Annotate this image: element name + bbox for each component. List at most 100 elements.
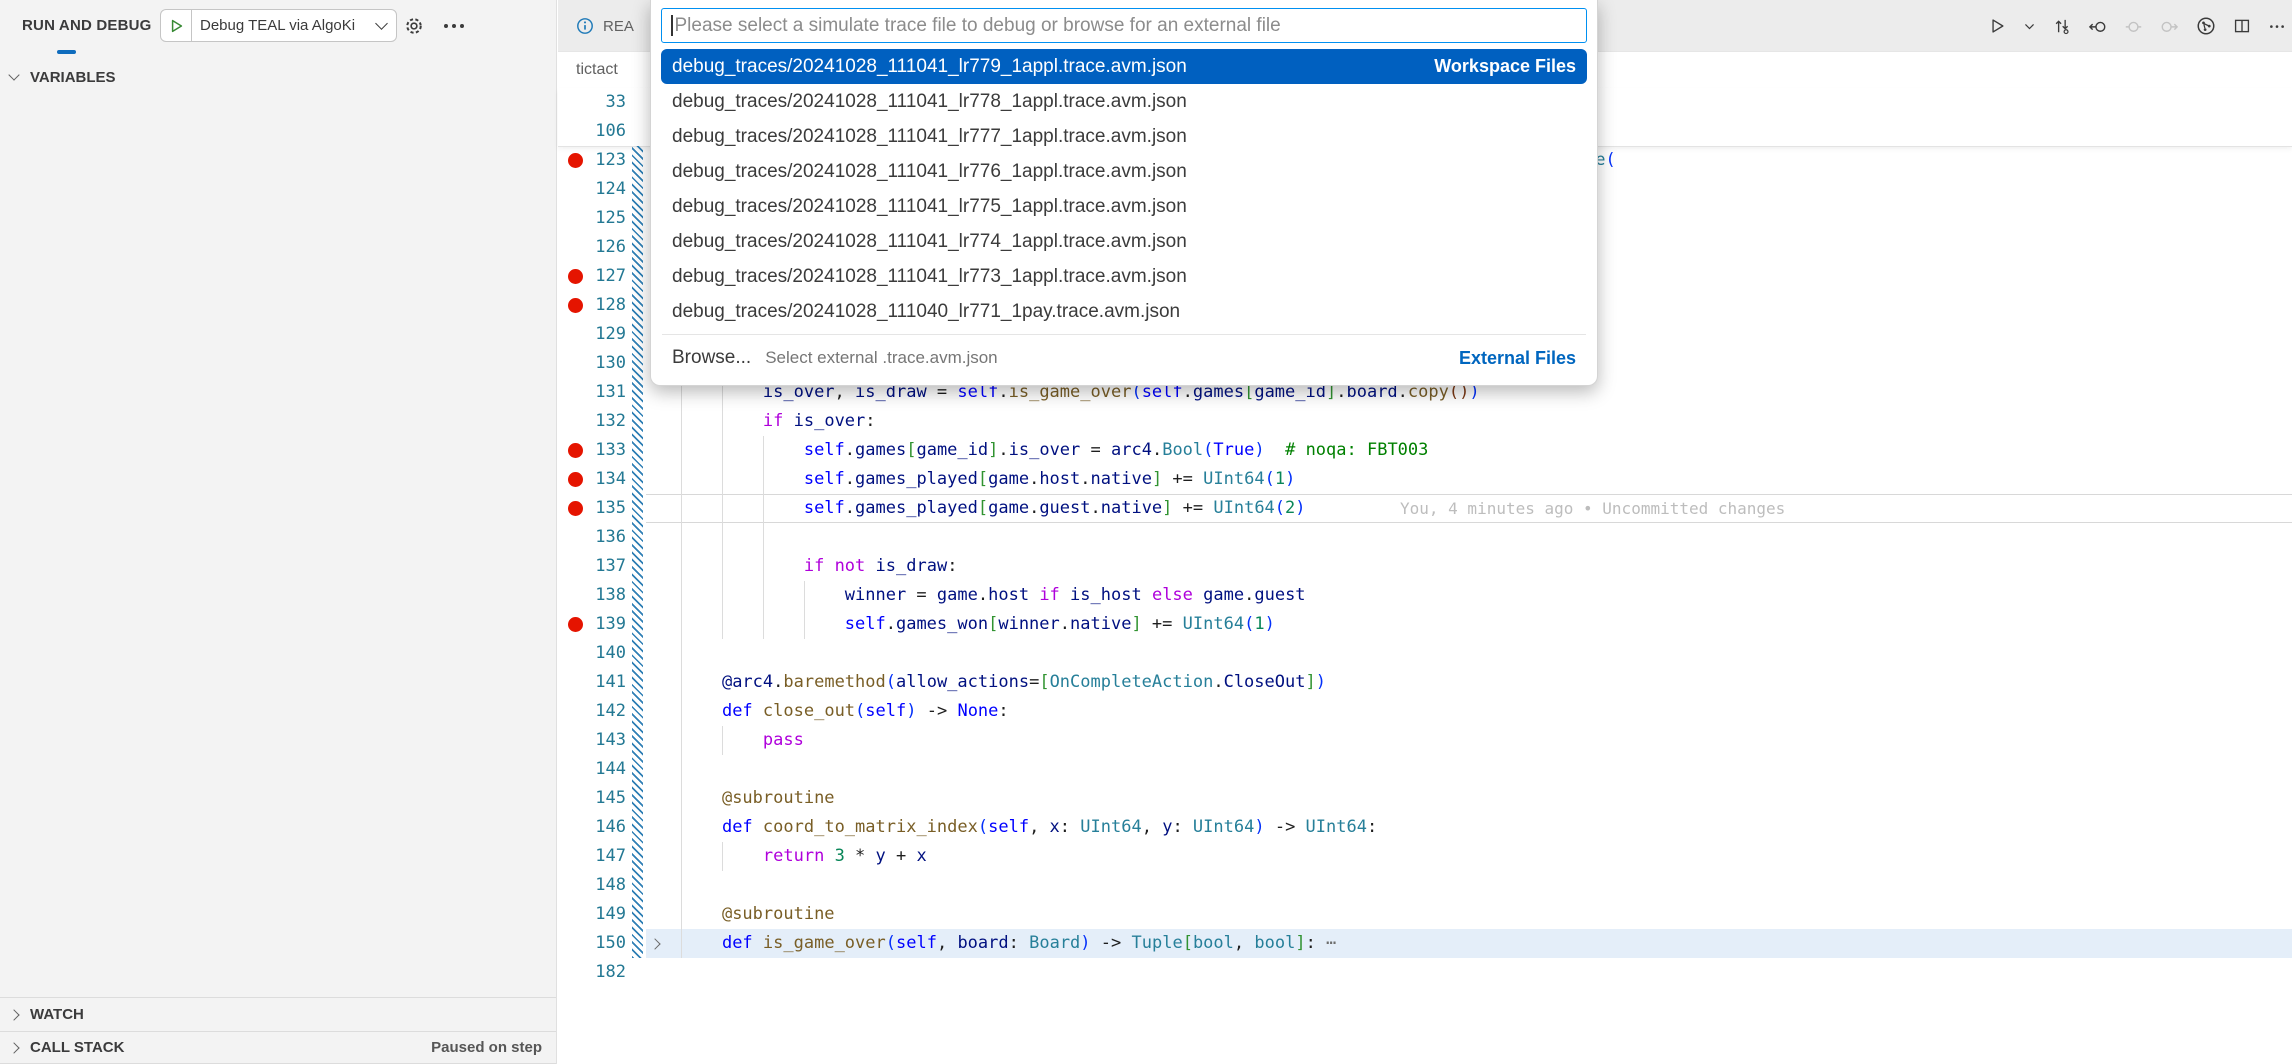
line-number[interactable]: 146 [558,813,626,842]
git-blame-annotation: You, 4 minutes ago • Uncommitted changes [1400,494,1785,523]
chevron-right-icon [8,1042,19,1053]
line-number[interactable]: 142 [558,697,626,726]
progress-bar [57,50,76,54]
code-text: @subroutine [681,784,835,813]
breakpoint-dot[interactable] [568,443,583,458]
code-line: 143 pass [558,726,2292,755]
debug-status-badge: Paused on step [431,1039,556,1056]
code-line: 148 [558,871,2292,900]
variables-section-header[interactable]: VARIABLES [0,60,556,94]
line-number[interactable]: 140 [558,639,626,668]
browse-description: Select external .trace.avm.json [765,348,997,368]
line-number[interactable]: 130 [558,349,626,378]
code-line: 140 [558,639,2292,668]
code-line: 133 self.games[game_id].is_over = arc4.B… [558,436,2292,465]
code-line: 138 winner = game.host if is_host else g… [558,581,2292,610]
gear-icon[interactable] [404,16,424,36]
line-number[interactable]: 144 [558,755,626,784]
trace-file-option[interactable]: debug_traces/20241028_111041_lr776_1appl… [661,154,1587,189]
code-text: @subroutine [681,900,835,929]
code-line: 145 @subroutine [558,784,2292,813]
chevron-down-icon[interactable] [375,17,388,30]
code-line: 137 if not is_draw: [558,552,2292,581]
trace-file-option[interactable]: debug_traces/20241028_111041_lr775_1appl… [661,189,1587,224]
trace-file-option[interactable]: debug_traces/20241028_111041_lr773_1appl… [661,259,1587,294]
code-text: self.games_played[game.guest.native] += … [681,494,1306,523]
start-debug-play-icon[interactable] [161,10,192,41]
line-number[interactable]: 138 [558,581,626,610]
line-number[interactable]: 129 [558,320,626,349]
line-number[interactable]: 124 [558,175,626,204]
step-back-button[interactable] [2088,17,2107,36]
breakpoint-dot[interactable] [568,617,583,632]
call-stack-section-header[interactable]: CALL STACK Paused on step [0,1031,556,1064]
more-actions-button[interactable] [2268,17,2286,35]
trace-file-name: debug_traces/20241028_111040_lr771_1pay.… [672,301,1180,323]
line-number[interactable]: 126 [558,233,626,262]
line-number[interactable]: 182 [558,958,626,987]
code-line: 182 [558,958,2292,987]
watch-section-label: WATCH [30,1006,84,1023]
quickpick-separator [662,334,1586,335]
vscode-window: RUN AND DEBUG Debug TEAL via AlgoKi VARI… [0,0,2292,1064]
debug-launch-control[interactable]: Debug TEAL via AlgoKi [160,9,397,42]
trace-file-option[interactable]: debug_traces/20241028_111041_lr779_1appl… [661,49,1587,84]
breakpoint-dot[interactable] [568,298,583,313]
quickpick-placeholder: Please select a simulate trace file to d… [675,15,1281,37]
swap-trace-icon[interactable] [2053,17,2071,35]
trace-file-option[interactable]: debug_traces/20241028_111041_lr778_1appl… [661,84,1587,119]
line-number[interactable]: 149 [558,900,626,929]
breakpoint-dot[interactable] [568,269,583,284]
watch-section-header[interactable]: WATCH [0,997,556,1031]
debug-config-label[interactable]: Debug TEAL via AlgoKi [192,17,377,34]
breakpoint-dot[interactable] [568,153,583,168]
code-text: winner = game.host if is_host else game.… [681,581,1306,610]
trace-file-name: debug_traces/20241028_111041_lr776_1appl… [672,161,1187,183]
browse-label: Browse... [672,347,751,369]
line-number[interactable]: 131 [558,378,626,407]
line-number[interactable]: 136 [558,523,626,552]
code-line: 147 return 3 * y + x [558,842,2292,871]
code-text: self.games[game_id].is_over = arc4.Bool(… [681,436,1428,465]
line-number[interactable]: 148 [558,871,626,900]
line-number[interactable]: 150 [558,929,626,958]
info-icon [576,17,594,35]
line-number[interactable]: 143 [558,726,626,755]
code-line: 139 self.games_won[winner.native] += UIn… [558,610,2292,639]
line-number[interactable]: 33 [558,88,626,117]
code-text: pass [681,726,804,755]
quickpick-input[interactable]: Please select a simulate trace file to d… [661,8,1587,43]
line-number[interactable]: 137 [558,552,626,581]
chevron-right-icon [8,1009,19,1020]
run-dropdown-chevron[interactable] [2023,20,2036,33]
code-text: def close_out(self) -> None: [681,697,1009,726]
breakpoint-dot[interactable] [568,472,583,487]
code-text: self.games_won[winner.native] += UInt64(… [681,610,1275,639]
line-number[interactable]: 141 [558,668,626,697]
sidebar-header: RUN AND DEBUG Debug TEAL via AlgoKi [0,0,556,52]
run-button[interactable] [1988,17,2006,35]
code-text: if not is_draw: [681,552,957,581]
trace-file-name: debug_traces/20241028_111041_lr774_1appl… [672,231,1187,253]
trace-file-option[interactable]: debug_traces/20241028_111040_lr771_1pay.… [661,294,1587,329]
play-icon [168,18,184,34]
code-line: 144 [558,755,2292,784]
line-number[interactable]: 106 [558,117,626,146]
more-actions-icon[interactable] [444,24,464,28]
line-number[interactable]: 132 [558,407,626,436]
trace-file-option[interactable]: debug_traces/20241028_111041_lr777_1appl… [661,119,1587,154]
breakpoint-dot[interactable] [568,501,583,516]
line-number[interactable]: 145 [558,784,626,813]
code-line: 142 def close_out(self) -> None: [558,697,2292,726]
code-line: 150 def is_game_over(self, board: Board)… [558,929,2292,958]
code-line: 134 self.games_played[game.host.native] … [558,465,2292,494]
line-number[interactable]: 125 [558,204,626,233]
editor-tab[interactable]: REA [558,0,652,52]
trace-graph-button[interactable] [2196,16,2216,36]
trace-file-name: debug_traces/20241028_111041_lr777_1appl… [672,126,1187,148]
split-editor-button[interactable] [2233,17,2251,35]
trace-file-option[interactable]: debug_traces/20241028_111041_lr774_1appl… [661,224,1587,259]
indent-guide [681,755,682,784]
browse-external-option[interactable]: Browse... Select external .trace.avm.jso… [661,340,1587,376]
line-number[interactable]: 147 [558,842,626,871]
